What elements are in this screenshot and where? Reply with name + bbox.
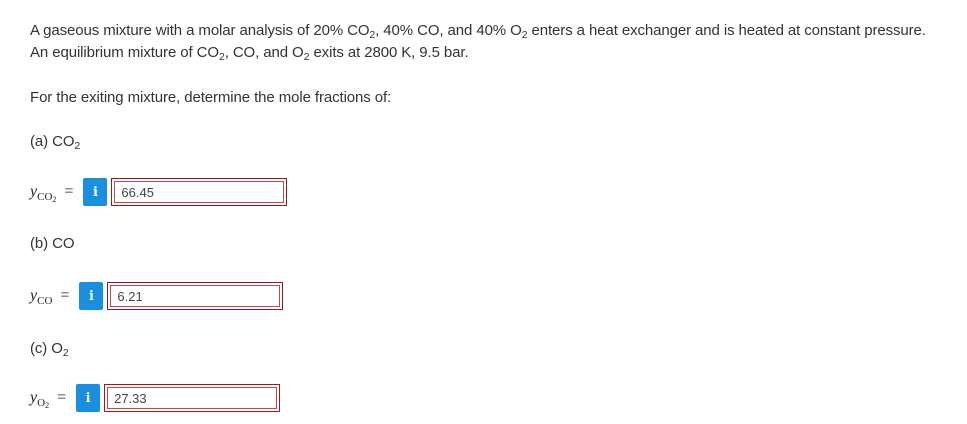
problem-text: A gaseous mixture with a molar analysis … (30, 22, 370, 39)
part-b-answer-row: yCO = i 6.21 (30, 282, 284, 310)
part-c-answer-row: yO2 = i 27.33 (30, 384, 281, 412)
part-a-answer-row: yCO2 = i 66.45 (30, 178, 288, 206)
problem-text: , CO, and O (224, 44, 304, 61)
prompt-text: For the exiting mixture, determine the m… (30, 89, 392, 106)
problem-text: An equilibrium mixture of CO (30, 44, 219, 61)
subscript: 2 (62, 347, 69, 359)
part-c-label: (c) O2 (30, 340, 69, 359)
part-label-text: (a) CO (30, 133, 75, 150)
subscript: 2 (74, 140, 81, 152)
problem-text: enters a heat exchanger and is heated at… (527, 22, 926, 39)
equals-sign: = (57, 389, 67, 406)
problem-text: exits at 2800 K, 9.5 bar. (309, 44, 469, 61)
equals-sign: = (60, 287, 70, 304)
var-sub-subscript: 2 (45, 401, 50, 410)
info-glyph: i (88, 288, 94, 304)
info-glyph: i (85, 390, 91, 406)
answer-input-y-co[interactable]: 6.21 (107, 282, 284, 310)
answer-value: 27.33 (114, 390, 147, 406)
part-label-text: (c) O (30, 340, 63, 357)
part-label-text: (b) CO (30, 235, 75, 252)
var-sub-subscript: 2 (52, 195, 57, 204)
info-icon[interactable]: i (76, 384, 101, 412)
info-icon[interactable]: i (83, 178, 108, 206)
answer-input-y-co2[interactable]: 66.45 (111, 178, 288, 206)
question-prompt: For the exiting mixture, determine the m… (30, 89, 391, 106)
problem-statement-line-2: An equilibrium mixture of CO2, CO, and O… (30, 44, 469, 62)
answer-value: 6.21 (117, 288, 143, 304)
y-co2-variable: yCO2 (30, 183, 57, 204)
problem-statement-line-1: A gaseous mixture with a molar analysis … (30, 22, 926, 40)
y-o2-variable: yO2 (30, 389, 50, 410)
equals-sign: = (64, 183, 74, 200)
y-co-variable: yCO (30, 287, 53, 307)
problem-text: , 40% CO, and 40% O (375, 22, 522, 39)
answer-input-y-o2[interactable]: 27.33 (104, 384, 281, 412)
var-subscript: O (37, 397, 46, 409)
answer-value: 66.45 (121, 184, 154, 200)
part-b-label: (b) CO (30, 235, 75, 252)
part-a-label: (a) CO2 (30, 133, 81, 152)
var-subscript: CO (37, 191, 53, 203)
info-icon[interactable]: i (79, 282, 104, 310)
info-glyph: i (92, 184, 98, 200)
var-subscript: CO (37, 295, 53, 307)
